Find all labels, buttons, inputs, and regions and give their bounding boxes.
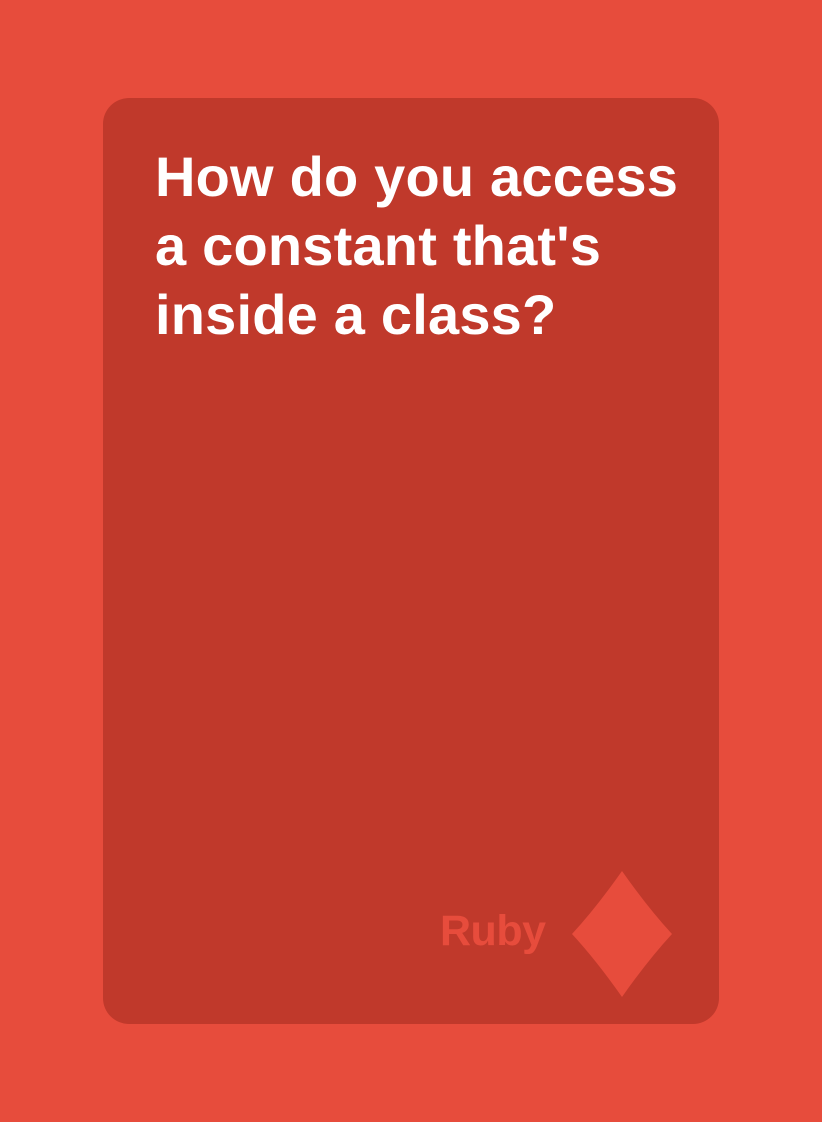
diamond-icon bbox=[572, 871, 672, 997]
flashcard[interactable]: How do you access a constant that's insi… bbox=[103, 98, 719, 1024]
question-text: How do you access a constant that's insi… bbox=[155, 145, 679, 346]
deck-label: Ruby bbox=[440, 907, 546, 955]
